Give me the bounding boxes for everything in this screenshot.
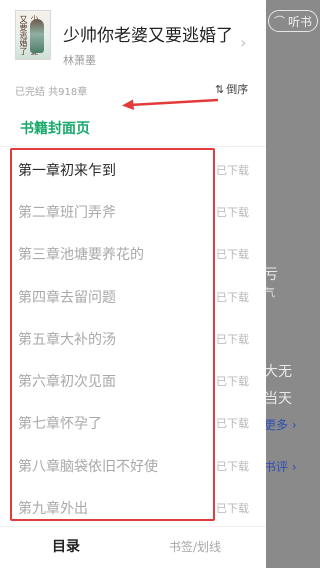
headphones-icon: ⌒ [273, 15, 285, 28]
download-status: 已下载 [216, 248, 249, 261]
background-text-4: 当天 [264, 391, 292, 407]
annotation-highlight-box [10, 148, 215, 521]
book-cover[interactable]: 少帅你老婆又要逃婚了 [15, 10, 51, 60]
download-status: 已下载 [216, 460, 249, 473]
download-status: 已下载 [216, 333, 249, 346]
download-status: 已下载 [216, 375, 249, 388]
download-status: 已下载 [216, 502, 249, 515]
tab-bookmarks[interactable]: 书签/划线 [169, 538, 221, 555]
background-review-link[interactable]: 书评 › [264, 458, 297, 475]
download-status: 已下载 [216, 206, 249, 219]
tab-contents[interactable]: 目录 [52, 536, 80, 556]
download-status: 已下载 [216, 291, 249, 304]
book-status: 已完结 共918章 [15, 87, 88, 98]
chevron-right-icon[interactable]: › [240, 33, 246, 52]
sort-toggle-button[interactable]: ⇅ 倒序 [215, 81, 248, 97]
cover-figure [30, 19, 44, 53]
listen-button[interactable]: ⌒ 听书 [268, 10, 318, 32]
chapter-drawer: 少帅你老婆又要逃婚了 少帅你老婆又要逃婚了 林萧墨 › 已完结 共918章 ⇅ … [0, 0, 266, 568]
book-header[interactable]: 少帅你老婆又要逃婚了 少帅你老婆又要逃婚了 林萧墨 › [0, 0, 266, 78]
drawer-tab-bar: 目录 书签/划线 [0, 526, 266, 568]
book-title: 少帅你老婆又要逃婚了 [63, 26, 233, 46]
sort-icon: ⇅ [215, 82, 224, 96]
listen-label: 听书 [287, 14, 312, 29]
book-cover-page-link[interactable]: 书籍封面页 [20, 118, 90, 138]
divider [0, 146, 266, 147]
download-status: 已下载 [216, 164, 249, 177]
annotation-arrow [122, 98, 219, 110]
sort-label: 倒序 [226, 83, 249, 96]
background-text-3: 大无 [264, 364, 292, 380]
background-more-link[interactable]: 更多 › [264, 416, 297, 433]
background-text-1: 亏 [264, 267, 278, 283]
book-author: 林萧墨 [63, 54, 96, 67]
download-status: 已下载 [216, 417, 249, 430]
